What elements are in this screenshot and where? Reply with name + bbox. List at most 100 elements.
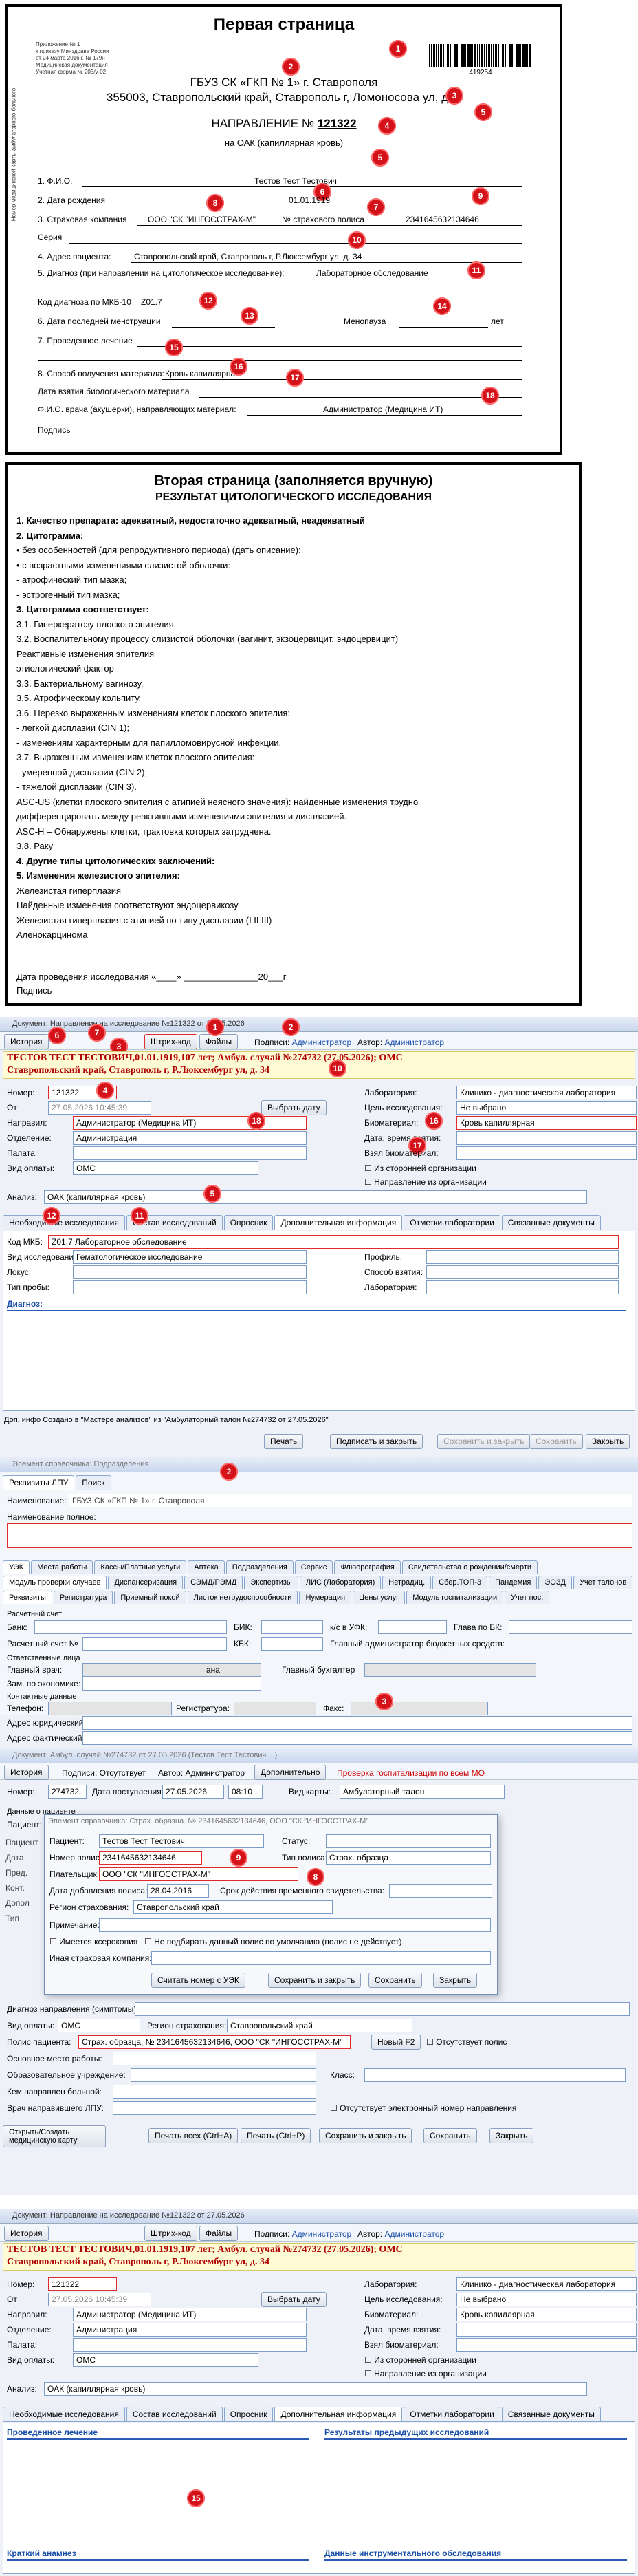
- lower-tab[interactable]: Пандемия: [489, 1576, 538, 1589]
- save-close-button[interactable]: Сохранить и закрыть: [437, 1434, 531, 1449]
- kbk-field[interactable]: [261, 1637, 323, 1651]
- s4-tab-composition[interactable]: Состав исследований: [126, 2407, 223, 2421]
- modal-added-field[interactable]: 28.04.2016: [147, 1884, 209, 1898]
- card-type-field[interactable]: Амбулаторный талон: [340, 1785, 505, 1799]
- account-field[interactable]: [82, 1637, 227, 1651]
- sign-close-button[interactable]: Подписать и закрыть: [330, 1434, 424, 1449]
- lab2-field[interactable]: [426, 1280, 619, 1294]
- case-policy-field[interactable]: Страх. образца, № 2341645632134646, ООО …: [78, 2035, 351, 2049]
- s4-tab-required[interactable]: Необходимые исследования: [3, 2407, 125, 2421]
- files-button[interactable]: Файлы: [199, 1034, 239, 1049]
- lower-tab[interactable]: Диспансеризация: [108, 1576, 184, 1589]
- modal-status-field[interactable]: [326, 1834, 491, 1848]
- lower-tab[interactable]: Сервис: [294, 1560, 333, 1574]
- s4-ext-org-checkbox[interactable]: ☐ Из сторонней организации: [364, 2355, 476, 2365]
- modal-patient-field[interactable]: Тестов Тест Тестович: [99, 1834, 264, 1848]
- s4-directed-field[interactable]: Администратор (Медицина ИТ): [73, 2308, 307, 2321]
- tab-requisites[interactable]: Реквизиты ЛПУ: [3, 1475, 75, 1490]
- lower-tab[interactable]: Нумерация: [299, 1591, 352, 1604]
- dir-diag-field[interactable]: [135, 2002, 630, 2016]
- new-policy-button[interactable]: Новый F2: [371, 2035, 421, 2050]
- no-elec-checkbox[interactable]: ☐ Отсутствует электронный номер направле…: [330, 2103, 516, 2113]
- s4-goal-field[interactable]: Не выбрано: [456, 2293, 637, 2306]
- lower-tab[interactable]: Учет пос.: [505, 1591, 550, 1604]
- lower-tab[interactable]: Листок нетрудоспособности: [187, 1591, 298, 1604]
- save-button[interactable]: Сохранить: [529, 1434, 583, 1449]
- modal-policy-field[interactable]: 2341645632134646: [99, 1851, 202, 1865]
- lower-tab[interactable]: УЭК: [3, 1560, 30, 1574]
- bik-field[interactable]: [261, 1620, 323, 1634]
- lab-field[interactable]: Клинико - диагностическая лаборатория: [456, 1086, 637, 1099]
- s4-tab-additional[interactable]: Дополнительная информация: [274, 2407, 403, 2421]
- modal-term-field[interactable]: [389, 1884, 492, 1898]
- case-date-field[interactable]: 27.05.2026: [162, 1785, 224, 1799]
- lower-tab[interactable]: Свидетельства о рождении/смерти: [402, 1560, 538, 1574]
- biomaterial-field[interactable]: Кровь капиллярная: [456, 1116, 637, 1130]
- s4-date-field[interactable]: 27.05.2026 10:45:39: [48, 2293, 151, 2306]
- method-field[interactable]: [426, 1265, 619, 1279]
- sample-field[interactable]: [73, 1280, 307, 1294]
- prev-results-area[interactable]: [324, 2438, 627, 2542]
- s4-tab-lab-marks[interactable]: Отметки лаборатории: [404, 2407, 500, 2421]
- open-card-button[interactable]: Открыть/Создать медицинскую карту: [3, 2125, 106, 2147]
- org-name-field[interactable]: ГБУЗ СК «ГКП № 1» г. Ставрополя: [69, 1494, 632, 1507]
- ks-field[interactable]: [378, 1620, 447, 1634]
- accountant-field[interactable]: [364, 1663, 536, 1677]
- fax-field[interactable]: [351, 1702, 488, 1715]
- lower-tab[interactable]: ЛИС (Лаборатория): [299, 1576, 382, 1589]
- study-field[interactable]: Гематологическое исследование: [73, 1250, 307, 1264]
- bank-field[interactable]: [34, 1620, 227, 1634]
- dept-field[interactable]: Администрация: [73, 1131, 307, 1145]
- case-close-button[interactable]: Закрыть: [490, 2128, 534, 2143]
- tab-search[interactable]: Поиск: [76, 1475, 111, 1490]
- lower-tab[interactable]: СЭМД/РЭМД: [184, 1576, 243, 1589]
- s4-files-button[interactable]: Файлы: [199, 2226, 239, 2241]
- s4-lab-field[interactable]: Клинико - диагностическая лаборатория: [456, 2277, 637, 2291]
- goal-field[interactable]: Не выбрано: [456, 1101, 637, 1115]
- locus-field[interactable]: [73, 1265, 307, 1279]
- datetake-field[interactable]: [456, 1131, 637, 1145]
- reg-field[interactable]: [234, 1702, 316, 1715]
- choose-date-button[interactable]: Выбрать дату: [261, 1100, 327, 1115]
- tab-lab-marks[interactable]: Отметки лаборатории: [404, 1215, 500, 1230]
- bioext-field[interactable]: [456, 1146, 637, 1160]
- ext-org-checkbox[interactable]: ☐ Из сторонней организации: [364, 1163, 476, 1173]
- head-field[interactable]: [509, 1620, 632, 1634]
- print-button[interactable]: Печать: [264, 1434, 304, 1449]
- profile-field[interactable]: [426, 1250, 619, 1264]
- case-region-field[interactable]: Ставропольский край: [227, 2019, 412, 2032]
- case-time-field[interactable]: 08:10: [228, 1785, 263, 1799]
- s4-history-button[interactable]: История: [4, 2226, 49, 2241]
- lower-tab[interactable]: Кассы/Платные услуги: [94, 1560, 187, 1574]
- lower-tab[interactable]: Модуль госпитализации: [406, 1591, 504, 1604]
- phone-field[interactable]: [48, 1702, 172, 1715]
- lower-tab[interactable]: Места работы: [31, 1560, 94, 1574]
- lower-tab[interactable]: Сбер.ТОП-3: [432, 1576, 488, 1589]
- s4-barcode-button[interactable]: Штрих-код: [144, 2226, 197, 2241]
- case-history-button[interactable]: История: [4, 1765, 49, 1780]
- diagnosis-area[interactable]: [7, 1310, 626, 1406]
- s4-dept-field[interactable]: Администрация: [73, 2323, 307, 2337]
- tab-required[interactable]: Необходимые исследования: [3, 1215, 125, 1230]
- lower-tab[interactable]: Подразделения: [226, 1560, 294, 1574]
- lower-tab[interactable]: Приемный покой: [114, 1591, 186, 1604]
- s4-to-org-checkbox[interactable]: ☐ Направление из организации: [364, 2369, 487, 2379]
- edu-field[interactable]: [131, 2068, 316, 2082]
- lower-tab[interactable]: Цены услуг: [353, 1591, 406, 1604]
- who-field[interactable]: [113, 2085, 316, 2099]
- modal-note-field[interactable]: [99, 1918, 491, 1932]
- absent-policy-checkbox[interactable]: ☐ Отсутствует полис: [426, 2037, 507, 2047]
- modal-payer-field[interactable]: ООО "СК "ИНГОССТРАХ-М": [99, 1867, 298, 1881]
- case-number-field[interactable]: 274732: [48, 1785, 87, 1799]
- print-all-button[interactable]: Печать всех (Ctrl+A): [148, 2128, 239, 2143]
- case-save-close-button[interactable]: Сохранить и закрыть: [319, 2128, 412, 2143]
- lower-tab[interactable]: Регистратура: [53, 1591, 113, 1604]
- s4-choose-date-button[interactable]: Выбрать дату: [261, 2292, 327, 2307]
- close-button[interactable]: Закрыть: [586, 1434, 630, 1449]
- lower-tab[interactable]: Модуль проверки случаев: [3, 1576, 107, 1589]
- s4-analysis-field[interactable]: ОАК (капиллярная кровь): [44, 2382, 587, 2396]
- read-uek-button[interactable]: Считать номер с УЭК: [151, 1973, 245, 1988]
- referring-doc-field[interactable]: [113, 2101, 316, 2115]
- case-save-button[interactable]: Сохранить: [424, 2128, 477, 2143]
- lower-tab[interactable]: Флюорография: [334, 1560, 401, 1574]
